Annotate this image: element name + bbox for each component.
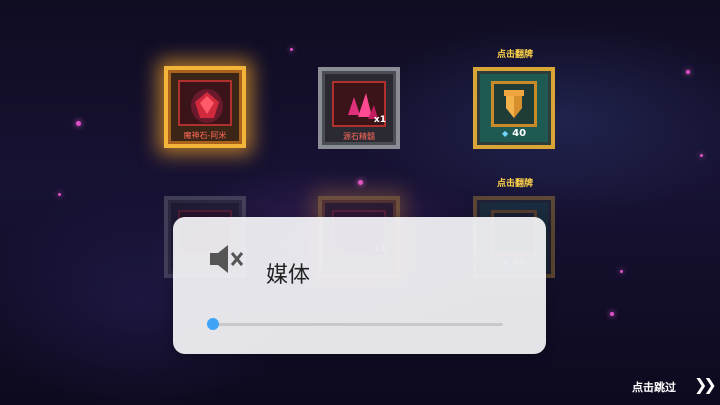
- card-caption: 魔神石-阿米: [183, 131, 227, 140]
- star-particle: [700, 154, 703, 157]
- panel-title: 媒体: [266, 263, 311, 288]
- flip-cost-value: 40: [512, 128, 527, 139]
- card-back-frame: [491, 81, 537, 127]
- item-quantity: x1: [373, 115, 386, 125]
- shield-icon: [504, 90, 524, 118]
- star-particle: [58, 193, 61, 196]
- gem-icon: ◆: [501, 129, 509, 138]
- flip-card-label: 点击翻牌: [496, 179, 533, 189]
- volume-slider[interactable]: [207, 318, 503, 330]
- flip-card-label: 点击翻牌: [496, 50, 533, 60]
- demon-stone-icon: [191, 89, 223, 123]
- reward-card-2[interactable]: x1 源石精髓: [318, 67, 400, 149]
- reward-card-1[interactable]: 魔神石-阿米: [164, 66, 246, 148]
- media-volume-panel: 媒体: [173, 217, 546, 354]
- card-caption: 源石精髓: [343, 132, 375, 141]
- star-particle: [620, 270, 623, 273]
- item-frame: [178, 80, 232, 126]
- star-particle: [358, 180, 363, 185]
- star-particle: [76, 121, 81, 126]
- skip-button[interactable]: 点击跳过: [632, 379, 676, 395]
- star-particle: [610, 312, 614, 316]
- speaker-muted-icon[interactable]: [206, 241, 246, 277]
- star-particle: [290, 48, 293, 51]
- skip-arrow-icon[interactable]: ❯❯: [694, 375, 717, 394]
- flip-cost: ◆40: [477, 128, 551, 139]
- reward-card-3[interactable]: ◆ 40: [473, 67, 555, 149]
- volume-slider-thumb[interactable]: [207, 318, 219, 330]
- star-particle: [686, 70, 690, 74]
